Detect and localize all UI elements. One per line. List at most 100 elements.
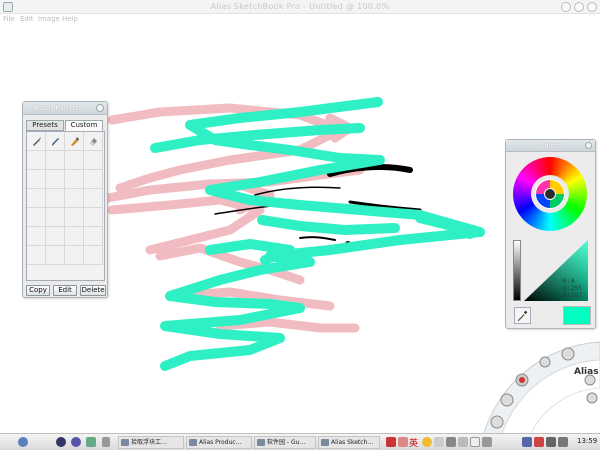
eyedropper-button[interactable] (514, 307, 531, 324)
edit-button[interactable]: Edit (53, 285, 77, 296)
taskbar: 拾取浮块工… Alias Produc… 软件园 - Gu… Alias Ske… (0, 433, 600, 450)
tab-custom[interactable]: Custom (65, 120, 103, 131)
pencil-icon (52, 138, 59, 146)
menu-image[interactable]: Image (38, 15, 60, 23)
marker-icon (71, 137, 79, 146)
lagoon-tool-icon[interactable] (515, 373, 529, 387)
lagoon-tool-icon[interactable] (490, 415, 504, 429)
rgb-readout: R:0 G:255 B:191 (563, 278, 582, 299)
b-label: B: (563, 292, 571, 299)
r-label: R: (563, 278, 571, 285)
black-stroke (299, 236, 336, 241)
brush-slot[interactable] (84, 170, 103, 189)
tray-icon[interactable] (446, 437, 456, 447)
color-wheel[interactable] (513, 157, 587, 231)
copy-button[interactable]: Copy (26, 285, 50, 296)
brush-slot[interactable] (65, 189, 84, 208)
delete-button[interactable]: Delete (80, 285, 106, 296)
task-label: 拾取浮块工… (131, 439, 168, 446)
r-value: 0 (571, 278, 575, 285)
start-menu-icon[interactable] (18, 437, 28, 447)
brush-slot[interactable] (46, 132, 65, 151)
eraser-icon (90, 138, 97, 146)
brush-slot[interactable] (27, 208, 46, 227)
colors-title: Colors (539, 142, 562, 150)
teal-stroke (257, 215, 400, 235)
tray-icon[interactable] (546, 437, 556, 447)
arrow-up-icon[interactable] (102, 437, 110, 447)
brush-slot[interactable] (27, 170, 46, 189)
brush-palette-title: Brush Palette (33, 104, 80, 112)
brush-slot[interactable] (65, 170, 84, 189)
brush-palette[interactable]: Brush Palette Presets Custom Copy Edit D… (22, 101, 108, 298)
brush-slot[interactable] (46, 246, 65, 265)
help-icon[interactable] (470, 437, 480, 447)
lagoon-tool-icon[interactable] (586, 392, 598, 404)
tray-icon[interactable] (482, 437, 492, 447)
brush-slot[interactable] (46, 208, 65, 227)
b-value: 191 (571, 292, 582, 299)
current-color-swatch[interactable] (563, 306, 591, 325)
color-wheel-center (544, 188, 556, 200)
colors-header[interactable]: Colors (506, 140, 595, 152)
brush-slot[interactable] (65, 208, 84, 227)
launcher-icon[interactable] (56, 437, 66, 447)
lagoon-tool-icon[interactable] (500, 393, 514, 407)
alias-logo: Alias (574, 367, 599, 377)
brush-slot[interactable] (65, 132, 84, 151)
pen-icon (33, 137, 41, 146)
brush-slot[interactable] (46, 170, 65, 189)
brush-slot[interactable] (27, 227, 46, 246)
tray-icon[interactable] (386, 437, 396, 447)
menu-file[interactable]: File (3, 15, 15, 23)
taskbar-task[interactable]: Alias Produc… (186, 436, 252, 449)
tray-icon[interactable] (434, 437, 444, 447)
g-label: G: (563, 285, 571, 292)
gray-slider[interactable] (513, 240, 521, 301)
brush-slot[interactable] (84, 208, 103, 227)
camera-icon[interactable] (522, 437, 532, 447)
taskbar-task[interactable]: 软件园 - Gu… (254, 436, 316, 449)
menu-help[interactable]: Help (62, 15, 78, 23)
brush-slot[interactable] (84, 189, 103, 208)
task-icon (321, 439, 329, 446)
colors-window[interactable]: Colors R:0 G:255 B:191 (505, 139, 596, 329)
ime-indicator[interactable]: 英 (409, 436, 418, 449)
brush-slot[interactable] (46, 227, 65, 246)
brush-slot[interactable] (27, 132, 46, 151)
brush-palette-close-button[interactable] (96, 104, 104, 112)
task-icon (257, 439, 265, 446)
taskbar-task[interactable]: Alias Sketch… (318, 436, 380, 449)
brush-slot[interactable] (27, 189, 46, 208)
tab-presets[interactable]: Presets (26, 120, 64, 131)
close-button[interactable] (587, 2, 597, 12)
tray-icon[interactable] (398, 437, 408, 447)
moon-icon[interactable] (422, 437, 432, 447)
title-bar: Alias SketchBook Pro - Untitled @ 100.0% (0, 0, 600, 14)
brush-slot[interactable] (84, 132, 103, 151)
lagoon-tool-icon[interactable] (561, 347, 575, 361)
minimize-button[interactable] (561, 2, 571, 12)
brush-slot[interactable] (46, 189, 65, 208)
brush-slot[interactable] (65, 151, 84, 170)
tray-icon[interactable] (458, 437, 468, 447)
taskbar-task[interactable]: 拾取浮块工… (118, 436, 184, 449)
colors-close-button[interactable] (585, 142, 592, 149)
menu-edit[interactable]: Edit (20, 15, 34, 23)
launcher-icon[interactable] (86, 437, 96, 447)
maximize-button[interactable] (574, 2, 584, 12)
brush-slot[interactable] (65, 227, 84, 246)
launcher-icon[interactable] (71, 437, 81, 447)
task-label: Alias Sketch… (331, 439, 374, 446)
speaker-icon[interactable] (558, 437, 568, 447)
brush-slot[interactable] (65, 246, 84, 265)
tray-icon[interactable] (534, 437, 544, 447)
brush-slot[interactable] (27, 151, 46, 170)
brush-slot[interactable] (84, 151, 103, 170)
lagoon-tool-icon[interactable] (539, 356, 551, 368)
brush-slot[interactable] (27, 246, 46, 265)
brush-palette-header[interactable]: Brush Palette (23, 102, 107, 115)
brush-slot[interactable] (84, 246, 103, 265)
brush-slot[interactable] (84, 227, 103, 246)
brush-slot[interactable] (46, 151, 65, 170)
